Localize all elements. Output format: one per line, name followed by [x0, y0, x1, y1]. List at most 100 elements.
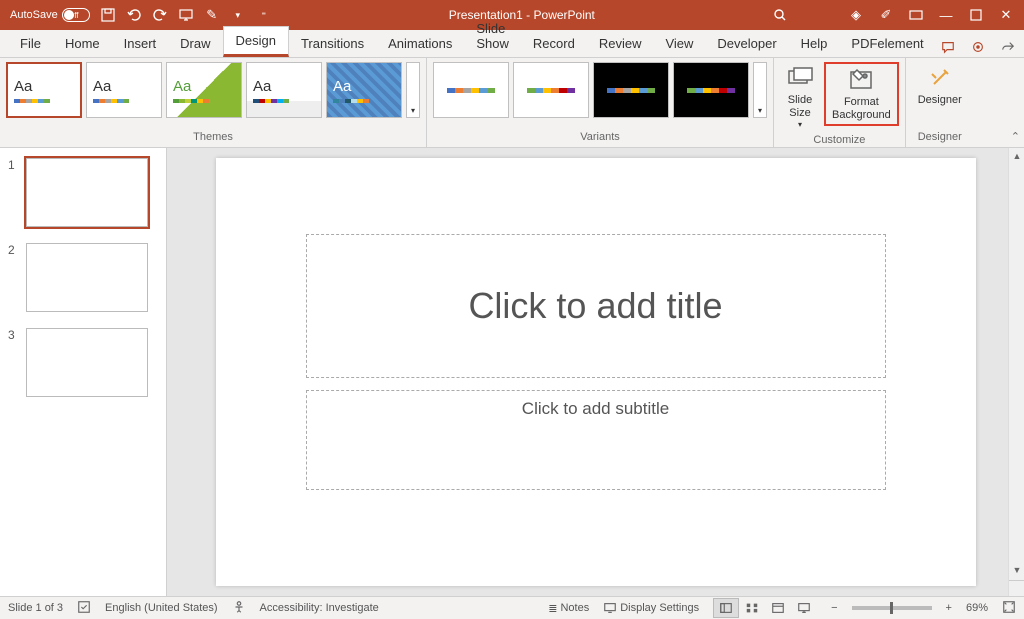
zoom-in-button[interactable]: + [946, 602, 952, 614]
tab-home[interactable]: Home [53, 30, 112, 57]
slide-sorter-view-button[interactable] [739, 598, 765, 618]
normal-view-button[interactable] [713, 598, 739, 618]
qat-more-icon[interactable]: ▾ [230, 7, 246, 23]
theme-aa-label: Aa [14, 78, 32, 95]
ribbon-display-icon[interactable] [908, 7, 924, 23]
autosave-state: Off [68, 11, 79, 20]
notes-label: Notes [560, 602, 589, 614]
share-icon[interactable] [996, 37, 1020, 57]
theme-option-4[interactable]: Aa [246, 62, 322, 118]
language-indicator[interactable]: English (United States) [105, 602, 218, 614]
variant-3[interactable] [593, 62, 669, 118]
theme-option-3[interactable]: Aa [166, 62, 242, 118]
maximize-button[interactable] [968, 7, 984, 23]
tab-pdfelement[interactable]: PDFelement [839, 30, 935, 57]
touch-mode-icon[interactable]: ✎ [204, 7, 220, 23]
variant-2[interactable] [513, 62, 589, 118]
zoom-slider[interactable] [852, 606, 932, 610]
designer-label: Designer [918, 94, 962, 107]
display-settings-button[interactable]: Display Settings [603, 601, 699, 615]
zoom-out-button[interactable]: − [831, 602, 837, 614]
theme-option-2[interactable]: Aa [86, 62, 162, 118]
search-icon[interactable] [772, 7, 788, 23]
qat-overflow-icon[interactable]: ⁼ [256, 7, 272, 23]
tab-animations[interactable]: Animations [376, 30, 464, 57]
tab-draw[interactable]: Draw [168, 30, 222, 57]
main-area: 1 2 3 Click to add title Click to add su… [0, 148, 1024, 596]
tab-record[interactable]: Record [521, 30, 587, 57]
tab-design[interactable]: Design [223, 26, 289, 57]
theme-option-5[interactable]: Aa [326, 62, 402, 118]
thumbnail-slide[interactable] [26, 158, 148, 227]
ribbon-tabs: File Home Insert Draw Design Transitions… [0, 30, 1024, 58]
tab-view[interactable]: View [653, 30, 705, 57]
comments-icon[interactable] [936, 37, 960, 57]
draw-mode-icon[interactable]: ✐ [878, 7, 894, 23]
thumbnail-slide[interactable] [26, 243, 148, 312]
format-background-button[interactable]: Format Background [824, 62, 899, 126]
slide-canvas[interactable]: Click to add title Click to add subtitle [216, 158, 976, 586]
designer-group-label: Designer [912, 129, 968, 145]
thumbnail-number: 2 [8, 243, 18, 257]
close-button[interactable]: ✕ [998, 7, 1014, 23]
scroll-down-icon[interactable]: ▼ [1009, 562, 1024, 578]
scroll-up-icon[interactable]: ▲ [1009, 148, 1024, 164]
themes-gallery-more[interactable]: ▾ [406, 62, 420, 118]
thumbnail-number: 1 [8, 158, 18, 172]
thumbnail-slide[interactable] [26, 328, 148, 397]
theme-aa-label: Aa [173, 78, 191, 95]
slide-count[interactable]: Slide 1 of 3 [8, 602, 63, 614]
fit-to-window-button[interactable] [1002, 600, 1016, 617]
save-icon[interactable] [100, 7, 116, 23]
theme-aa-label: Aa [333, 78, 351, 95]
reading-view-button[interactable] [765, 598, 791, 618]
slideshow-start-icon[interactable] [178, 7, 194, 23]
designer-icon [926, 64, 954, 92]
tab-insert[interactable]: Insert [112, 30, 169, 57]
tab-review[interactable]: Review [587, 30, 654, 57]
tab-transitions[interactable]: Transitions [289, 30, 376, 57]
status-bar: Slide 1 of 3 English (United States) Acc… [0, 596, 1024, 619]
accessibility-status[interactable]: Accessibility: Investigate [260, 602, 379, 614]
spellcheck-icon[interactable] [77, 600, 91, 617]
redo-icon[interactable] [152, 7, 168, 23]
notes-button[interactable]: ≣Notes [548, 602, 589, 615]
subtitle-placeholder[interactable]: Click to add subtitle [306, 390, 886, 490]
theme-office[interactable]: Aa [6, 62, 82, 118]
document-title: Presentation1 - PowerPoint [272, 8, 772, 22]
zoom-level[interactable]: 69% [966, 602, 988, 614]
slideshow-view-button[interactable] [791, 598, 817, 618]
variant-4[interactable] [673, 62, 749, 118]
slide-size-icon [786, 64, 814, 92]
format-background-label: Format Background [832, 96, 891, 122]
slide-size-button[interactable]: Slide Size ▾ [780, 62, 820, 132]
tab-developer[interactable]: Developer [705, 30, 788, 57]
ribbon-design: Aa Aa Aa Aa Aa ▾ Themes [0, 58, 1024, 148]
thumbnail-2[interactable]: 2 [8, 243, 158, 312]
tab-file[interactable]: File [8, 30, 53, 57]
tab-slideshow[interactable]: Slide Show [464, 15, 521, 57]
tab-help[interactable]: Help [789, 30, 840, 57]
autosave-toggle[interactable]: AutoSave Off [10, 8, 90, 22]
slide-editor[interactable]: Click to add title Click to add subtitle… [167, 148, 1024, 596]
slide-thumbnails-pane[interactable]: 1 2 3 [0, 148, 167, 596]
autosave-label: AutoSave [10, 9, 58, 21]
thumbnail-3[interactable]: 3 [8, 328, 158, 397]
format-background-icon [847, 66, 875, 94]
display-settings-label: Display Settings [620, 602, 699, 614]
minimize-button[interactable]: — [938, 7, 954, 23]
designer-button[interactable]: Designer [912, 62, 968, 109]
title-placeholder[interactable]: Click to add title [306, 234, 886, 378]
variant-1[interactable] [433, 62, 509, 118]
collapse-ribbon-icon[interactable]: ⌃ [1011, 130, 1020, 143]
premium-icon[interactable]: ◈ [848, 7, 864, 23]
record-icon[interactable] [966, 37, 990, 57]
scroll-split-icon[interactable] [1009, 580, 1024, 596]
accessibility-icon[interactable] [232, 600, 246, 617]
variants-gallery-more[interactable]: ▾ [753, 62, 767, 118]
thumbnail-1[interactable]: 1 [8, 158, 158, 227]
vertical-scrollbar[interactable]: ▲ ▼ [1008, 148, 1024, 596]
undo-icon[interactable] [126, 7, 142, 23]
variants-group-label: Variants [433, 129, 767, 145]
themes-group-label: Themes [6, 129, 420, 145]
